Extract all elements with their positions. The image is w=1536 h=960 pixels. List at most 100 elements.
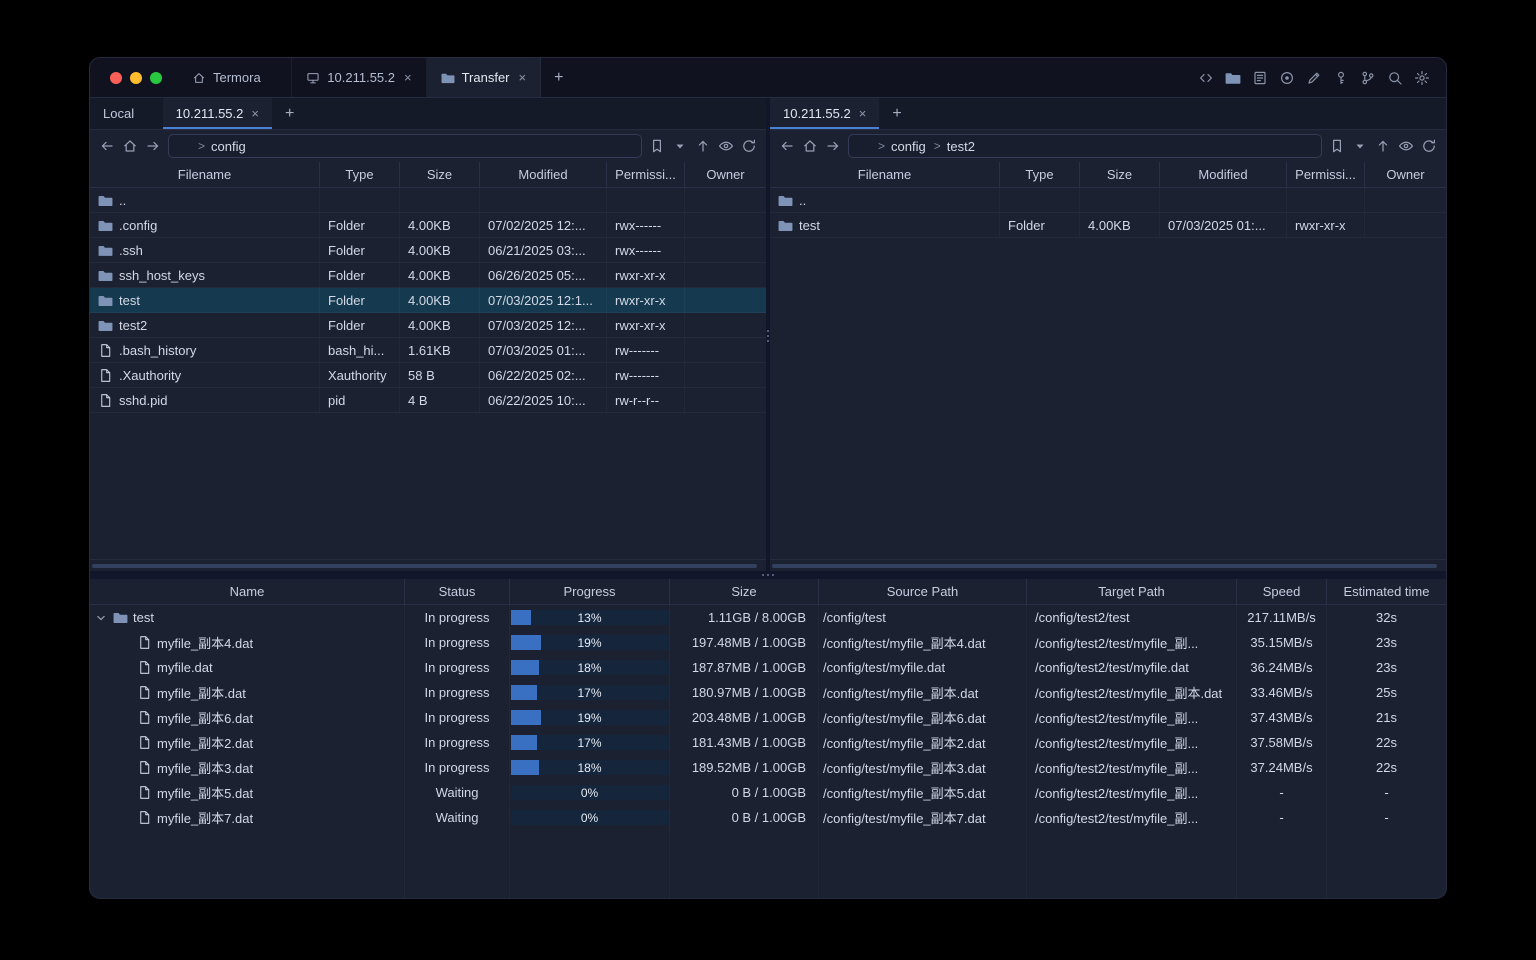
forward-icon[interactable] [145,138,161,154]
right-panel-tabs: 10.211.55.2 + [770,98,1446,130]
file-row[interactable]: .. [90,188,766,213]
log-icon[interactable] [1252,70,1268,86]
file-icon [137,735,152,750]
home-icon[interactable] [122,138,138,154]
refresh-icon[interactable] [1421,138,1437,154]
file-name: .ssh [119,242,143,258]
file-name: .config [119,217,158,233]
column-header[interactable]: Modified [1160,162,1287,187]
column-header[interactable]: Owner [1365,162,1446,187]
new-tab-button[interactable]: + [541,58,576,97]
breadcrumb-segment[interactable]: test2 [928,139,975,154]
zoom-window-button[interactable] [150,71,162,84]
eye-icon[interactable] [718,138,734,154]
close-tab-icon[interactable] [859,106,867,121]
close-tab-icon[interactable] [519,70,527,85]
close-window-button[interactable] [110,71,122,84]
code-icon[interactable] [1198,70,1214,86]
breadcrumb-segment[interactable]: config [872,139,926,154]
column-header[interactable]: Filename [770,162,1000,187]
panel-tab[interactable]: 10.211.55.2 [770,98,880,129]
column-header[interactable]: Size [400,162,480,187]
chevron-down-icon[interactable] [1300,139,1314,153]
column-header[interactable]: Owner [685,162,766,187]
forward-icon[interactable] [825,138,841,154]
titlebar-tab[interactable]: Transfer [426,58,542,97]
column-header[interactable]: Size [670,579,819,605]
new-panel-tab-button[interactable]: + [272,98,307,129]
panel-splitter[interactable] [766,98,770,571]
column-header[interactable]: Modified [480,162,607,187]
panel-tab-label: 10.211.55.2 [783,106,851,121]
file-row[interactable]: test Folder 4.00KB 07/03/2025 01:... rwx… [770,213,1446,238]
column-header[interactable]: Status [405,579,510,605]
column-header[interactable]: Size [1080,162,1160,187]
bookmark-icon[interactable] [1329,138,1345,154]
branch-icon[interactable] [1360,70,1376,86]
column-header[interactable]: Permissi... [607,162,685,187]
refresh-icon[interactable] [741,138,757,154]
file-row[interactable]: .. [770,188,1446,213]
column-header[interactable]: Estimated time [1327,579,1446,605]
home-icon[interactable] [802,138,818,154]
expand-chevron-icon[interactable] [94,611,108,625]
close-tab-icon[interactable] [251,106,259,121]
file-row[interactable]: .Xauthority Xauthority 58 B 06/22/2025 0… [90,363,766,388]
edit-icon[interactable] [1306,70,1322,86]
file-name: .bash_history [119,342,197,358]
record-icon[interactable] [1279,70,1295,86]
chevron-down-icon[interactable] [620,139,634,153]
up-icon[interactable] [1375,138,1391,154]
key-icon[interactable] [1333,70,1349,86]
file-row[interactable]: sshd.pid pid 4 B 06/22/2025 10:... rw-r-… [90,388,766,413]
file-size: 4 B [400,388,480,412]
transfer-splitter[interactable] [90,571,1446,579]
column-header[interactable]: Speed [1237,579,1327,605]
column-header[interactable]: Source Path [819,579,1027,605]
caret-icon[interactable] [672,138,688,154]
progress-percent: 17% [577,685,602,700]
back-icon[interactable] [779,138,795,154]
up-icon[interactable] [695,138,711,154]
folder-icon[interactable] [1225,70,1241,86]
column-header[interactable]: Type [320,162,400,187]
new-panel-tab-button[interactable]: + [879,98,914,129]
column-header[interactable]: Type [1000,162,1080,187]
titlebar-tab[interactable]: Termora [178,58,293,97]
transfer-source-path: /config/test/myfile_副本5.dat [819,780,1027,805]
transfer-progress: 0% [510,780,670,805]
column-header[interactable]: Name [90,579,405,605]
column-header[interactable]: Filename [90,162,320,187]
column-header[interactable]: Progress [510,579,670,605]
caret-icon[interactable] [1352,138,1368,154]
panel-tab[interactable]: 10.211.55.2 [162,98,272,129]
column-header[interactable]: Permissi... [1287,162,1365,187]
scrollbar-thumb[interactable] [772,564,1437,568]
breadcrumb-segment[interactable]: config [192,139,246,154]
panel-tab[interactable]: Local [90,98,163,129]
left-path-field[interactable]: config [168,134,642,158]
search-icon[interactable] [1387,70,1403,86]
file-permissions: rwx------ [607,238,685,262]
file-row[interactable]: .config Folder 4.00KB 07/02/2025 12:... … [90,213,766,238]
file-size: 1.61KB [400,338,480,362]
file-permissions: rw-r--r-- [607,388,685,412]
file-permissions: rwxr-xr-x [607,313,685,337]
file-row[interactable]: .ssh Folder 4.00KB 06/21/2025 03:... rwx… [90,238,766,263]
scrollbar-thumb[interactable] [92,564,757,568]
file-row[interactable]: .bash_history bash_hi... 1.61KB 07/03/20… [90,338,766,363]
column-header[interactable]: Target Path [1027,579,1237,605]
close-tab-icon[interactable] [404,70,412,85]
file-permissions [607,188,685,212]
file-row[interactable]: test Folder 4.00KB 07/03/2025 12:1... rw… [90,288,766,313]
minimize-window-button[interactable] [130,71,142,84]
transfer-source-path: /config/test/myfile_副本4.dat [819,630,1027,655]
file-row[interactable]: test2 Folder 4.00KB 07/03/2025 12:... rw… [90,313,766,338]
titlebar-tab[interactable]: 10.211.55.2 [292,58,427,97]
right-path-field[interactable]: configtest2 [848,134,1322,158]
file-row[interactable]: ssh_host_keys Folder 4.00KB 06/26/2025 0… [90,263,766,288]
eye-icon[interactable] [1398,138,1414,154]
back-icon[interactable] [99,138,115,154]
bookmark-icon[interactable] [649,138,665,154]
gear-icon[interactable] [1414,70,1430,86]
